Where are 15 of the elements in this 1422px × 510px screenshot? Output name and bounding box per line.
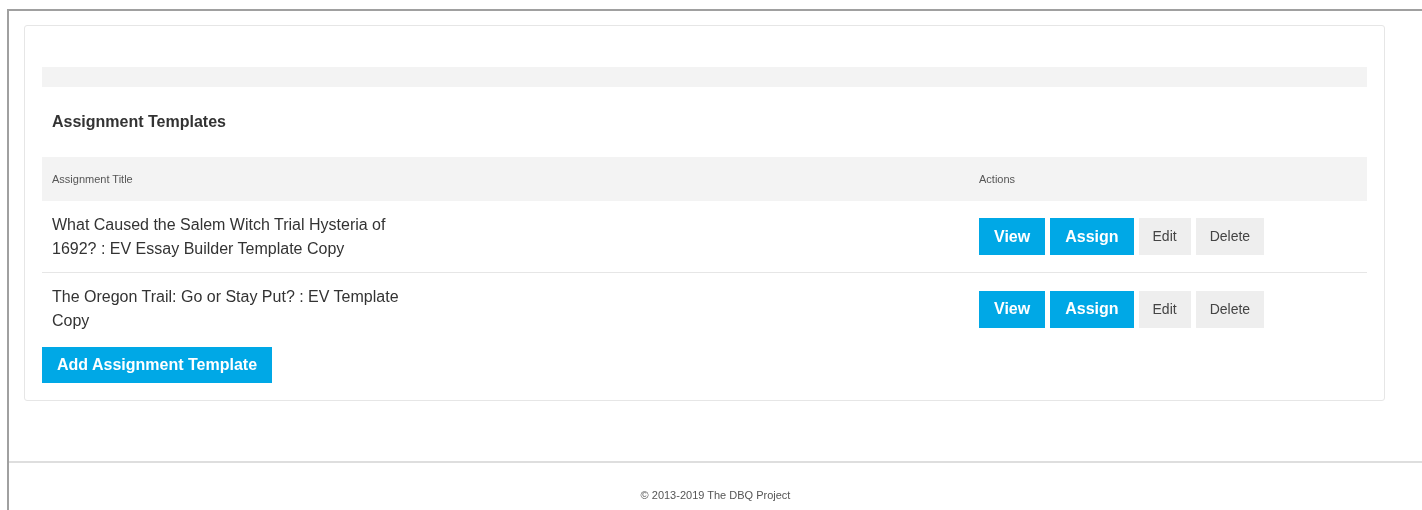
action-button[interactable]: View — [979, 290, 1046, 328]
action-button[interactable]: Assign — [1050, 290, 1134, 328]
column-header: Assignment Title — [51, 171, 134, 187]
assignment-title: The Oregon Trail: Go or Stay Put? : EV Template Copy — [52, 287, 400, 331]
action-button[interactable]: View — [979, 218, 1046, 255]
panel-title: Assignment Templates — [52, 112, 226, 132]
secondary-button[interactable]: Edit — [1138, 218, 1191, 255]
secondary-button[interactable]: Delete — [1195, 218, 1265, 255]
footer-copyright: © 2013-2019 The DBQ Project — [640, 488, 791, 501]
secondary-button[interactable]: Edit — [1138, 290, 1191, 328]
secondary-button[interactable]: Delete — [1195, 290, 1265, 328]
assignment-title: What Caused the Salem Witch Trial Hysteria of 1692? : EV Essay Builder Template Copy — [52, 214, 387, 259]
add-template-button[interactable]: Add Assignment Template — [42, 347, 273, 383]
column-header: Actions — [979, 171, 1016, 187]
action-button[interactable]: Assign — [1050, 218, 1134, 255]
